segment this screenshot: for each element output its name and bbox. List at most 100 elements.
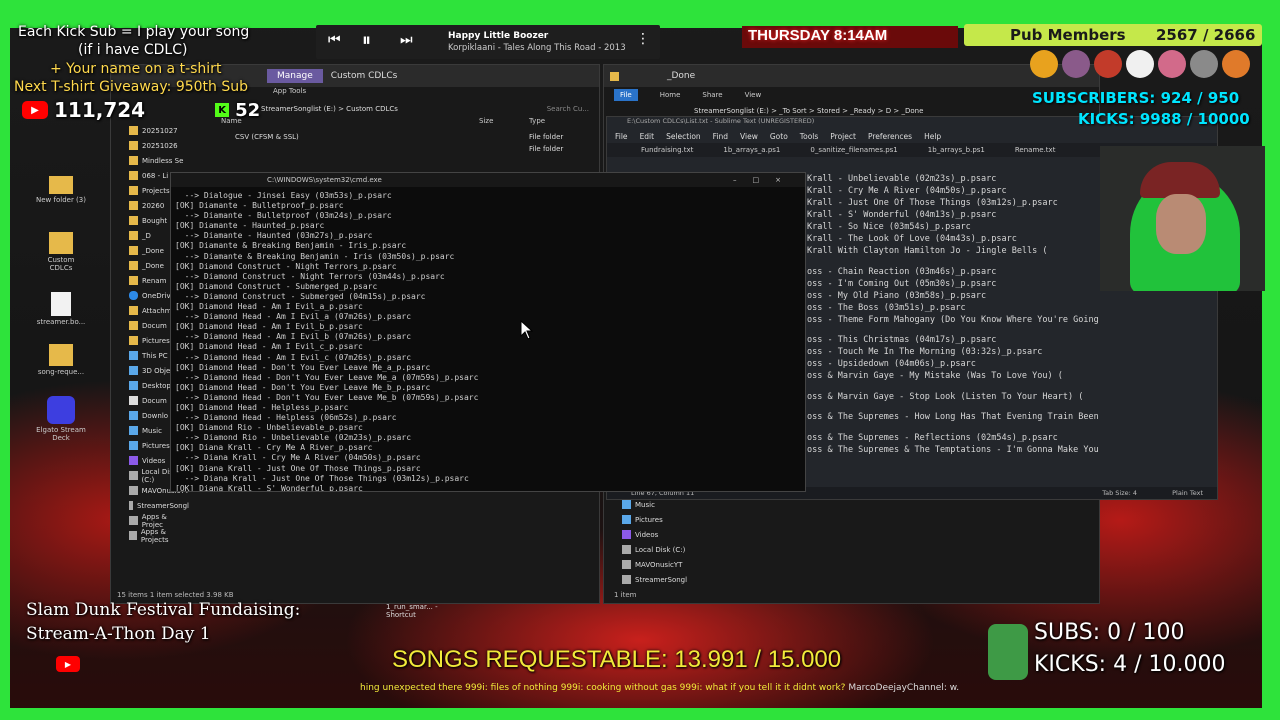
desktop-icon-elgato[interactable]: Elgato Stream Deck xyxy=(36,396,86,448)
status-syntax[interactable]: Plain Text xyxy=(1172,489,1203,497)
videos-icon xyxy=(622,530,631,539)
text-line: oss & Marvin Gaye - My Mistake (Was To L… xyxy=(807,371,1063,381)
green-frame-bottom xyxy=(0,708,1280,720)
ribbon-view-tab[interactable]: View xyxy=(745,91,762,99)
text-line xyxy=(807,382,1099,391)
songs-requestable: SONGS REQUESTABLE: 13.991 / 15.000 xyxy=(392,646,842,673)
desktop-icon-song-request[interactable]: song-reque... xyxy=(36,344,86,396)
ticker: hing unexpected there 999i: files of not… xyxy=(360,683,1260,697)
nav-item[interactable]: 20251027 xyxy=(129,123,189,138)
maximize-icon[interactable]: □ xyxy=(753,176,776,184)
nav-item[interactable]: Apps & Projects xyxy=(129,528,189,544)
menu-selection[interactable]: Selection xyxy=(666,132,701,141)
green-frame-left xyxy=(0,0,10,720)
menu-goto[interactable]: Goto xyxy=(770,132,788,141)
desktop-icon-custom-cdlcs[interactable]: Custom CDLCs xyxy=(36,232,86,292)
menu-edit[interactable]: Edit xyxy=(640,132,655,141)
nav-item[interactable]: MAVOnusicYT xyxy=(622,557,702,572)
media-player: ⏮ ⏸ ⏭ Happy Little Boozer Korpiklaani - … xyxy=(316,25,660,59)
next-button[interactable]: ⏭ xyxy=(400,32,413,48)
text-line: --> Diamond Head - Don't You Ever Leave … xyxy=(175,372,479,382)
text-line: --> Diamond Head - Don't You Ever Leave … xyxy=(175,392,479,402)
pub-members-banner: Pub Members 2567 / 2666 xyxy=(964,24,1262,46)
shortcut-label[interactable]: 1_run_smar... - Shortcut xyxy=(386,603,446,619)
drive-icon xyxy=(129,531,137,540)
avatar xyxy=(1158,50,1186,78)
file-row-name: CSV (CFSM & SSL) xyxy=(235,133,299,141)
tab-arrays-a[interactable]: 1b_arrays_a.ps1 xyxy=(713,146,790,154)
nav-item[interactable]: StreamerSongl xyxy=(622,572,702,587)
column-type[interactable]: Type xyxy=(529,117,545,125)
ribbon-share-tab[interactable]: Share xyxy=(702,91,722,99)
text-line xyxy=(807,423,1099,432)
folder-icon xyxy=(49,176,73,194)
avatar xyxy=(1062,50,1090,78)
text-line: --> Diamond Construct - Night Terrors (0… xyxy=(175,271,445,281)
text-line: Krall - Just One Of Those Things (03m12s… xyxy=(807,198,1058,208)
day-time-banner: THURSDAY 8:14AM xyxy=(742,26,958,48)
pause-button[interactable]: ⏸ xyxy=(362,30,371,51)
tab-sanitize[interactable]: 0_sanitize_filenames.ps1 xyxy=(800,146,907,154)
menu-help[interactable]: Help xyxy=(924,132,941,141)
minimize-icon[interactable]: – xyxy=(733,176,753,184)
tshirt-line1: + Your name on a t-shirt xyxy=(50,61,222,77)
menu-preferences[interactable]: Preferences xyxy=(868,132,912,141)
tab-fundraising[interactable]: Fundraising.txt xyxy=(631,146,703,154)
app-tools-tab[interactable]: App Tools xyxy=(273,87,306,95)
menu-find[interactable]: Find xyxy=(713,132,728,141)
menu-tools[interactable]: Tools xyxy=(800,132,818,141)
nav-item[interactable]: Apps & Projec xyxy=(129,513,189,529)
folder-icon xyxy=(49,344,73,366)
prev-button[interactable]: ⏮ xyxy=(328,32,341,48)
text-line: [OK] Diamond Head - Am I Evil_b_p.psarc xyxy=(175,322,363,332)
folder-icon xyxy=(129,156,138,165)
breadcrumb[interactable]: StreamerSonglist (E:) > _To Sort > Store… xyxy=(694,107,923,115)
text-line xyxy=(807,326,1099,335)
drive-icon xyxy=(129,516,138,525)
avatar xyxy=(1126,50,1154,78)
nav-item[interactable]: Mindless Se xyxy=(129,153,189,168)
nav-item[interactable]: StreamerSongl xyxy=(129,498,189,513)
folder-icon xyxy=(129,306,138,315)
text-line: --> Diana Krall - Just One Of Those Thin… xyxy=(175,473,469,483)
text-line: [OK] Diamante - Bulletproof_p.psarc xyxy=(175,201,344,211)
breadcrumb[interactable]: StreamerSonglist (E:) > Custom CDLCs xyxy=(261,105,398,113)
menu-view[interactable]: View xyxy=(740,132,758,141)
status-tab-size[interactable]: Tab Size: 4 xyxy=(1102,489,1137,497)
ribbon-home-tab[interactable]: Home xyxy=(660,91,681,99)
pub-members-count: 2567 / 2666 xyxy=(1156,26,1256,44)
ribbon-file-tab[interactable]: File xyxy=(614,89,638,101)
tab-rename[interactable]: Rename.txt xyxy=(1005,146,1066,154)
text-line: --> Diamond Head - Am I Evil_b (07m26s)_… xyxy=(175,332,412,342)
menu-project[interactable]: Project xyxy=(830,132,856,141)
nav-item[interactable]: 20251026 xyxy=(129,138,189,153)
close-icon[interactable]: × xyxy=(775,176,797,184)
kick-icon: K xyxy=(215,103,230,117)
mouse-cursor-icon xyxy=(520,320,534,340)
song-artist: Korpiklaani - Tales Along This Road - 20… xyxy=(448,43,626,53)
text-line: oss - This Christmas (04m17s)_p.psarc xyxy=(807,335,997,345)
more-vertical-icon[interactable]: ⋮ xyxy=(636,31,650,47)
manage-tab[interactable]: Manage xyxy=(267,69,323,83)
fundraiser-line2: Stream-A-Thon Day 1 xyxy=(26,624,211,644)
computer-icon xyxy=(129,351,138,360)
search-input[interactable]: Search Cu... xyxy=(547,105,589,113)
text-line: [OK] Diana Krall - Just One Of Those Thi… xyxy=(175,463,421,473)
nav-item[interactable]: Pictures xyxy=(622,512,702,527)
tab-arrays-b[interactable]: 1b_arrays_b.ps1 xyxy=(918,146,995,154)
sublime-editor-text[interactable]: Krall - Unbelievable (02m23s)_p.psarc Kra… xyxy=(807,173,1099,456)
subscribers-line: SUBSCRIBERS: 924 / 950 xyxy=(1032,89,1240,107)
text-line: --> Dialogue - Jinsei Easy (03m53s)_p.ps… xyxy=(175,191,392,200)
text-line: oss - Touch Me In The Morning (03:32s)_p… xyxy=(807,347,1043,357)
file-icon xyxy=(51,292,71,316)
nav-item[interactable]: Local Disk (C:) xyxy=(622,542,702,557)
menu-file[interactable]: File xyxy=(615,132,628,141)
text-line: oss - My Old Piano (03m58s)_p.psarc xyxy=(807,290,987,301)
desktop-icon-streamer-bot[interactable]: streamer.bo... xyxy=(36,292,86,344)
desktop-icon-new-folder[interactable]: New folder (3) xyxy=(36,176,86,228)
column-size[interactable]: Size xyxy=(479,117,493,125)
cmd-output[interactable]: --> Dialogue - Jinsei Easy (03m53s)_p.ps… xyxy=(171,187,805,491)
text-line: [OK] Diamond Head - Am I Evil_c_p.psarc xyxy=(175,342,363,352)
drive-icon xyxy=(622,560,631,569)
nav-item[interactable]: Videos xyxy=(622,527,702,542)
